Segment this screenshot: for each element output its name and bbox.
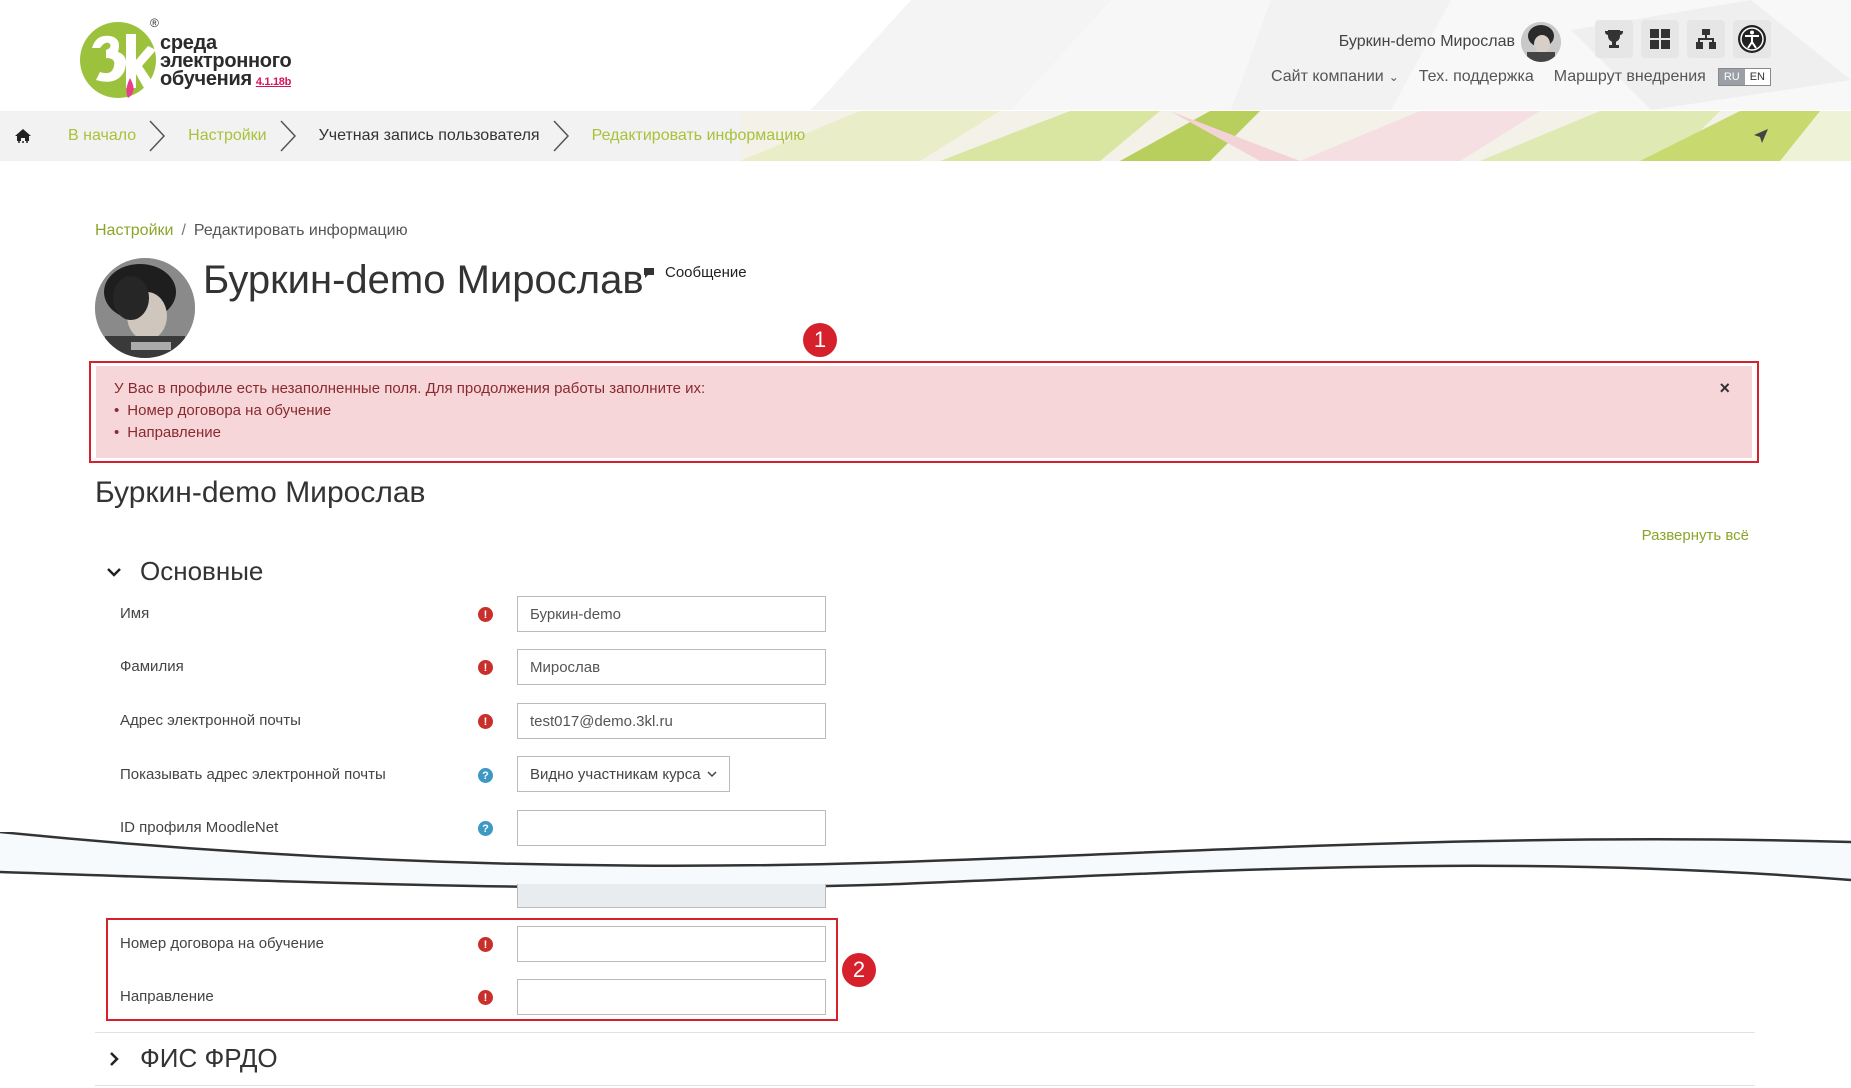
breadcrumb-bar: В начало Настройки Учетная запись пользо… bbox=[0, 111, 1851, 161]
profile-name: Буркин-demo Мирослав bbox=[203, 258, 644, 302]
close-icon[interactable]: × bbox=[1719, 378, 1730, 399]
direction-field[interactable] bbox=[517, 979, 826, 1015]
breadcrumb-item-settings[interactable]: Настройки bbox=[166, 111, 296, 161]
chevron-down-icon bbox=[707, 771, 717, 778]
required-icon: ! bbox=[478, 714, 493, 729]
language-switcher: RU EN bbox=[1717, 68, 1771, 86]
site-header: ® среда электронного обучения 4.1.18b Бур… bbox=[0, 0, 1851, 110]
chevron-right-icon bbox=[280, 120, 296, 152]
annotation-badge-2: 2 bbox=[842, 953, 876, 987]
breadcrumb-label[interactable]: Редактировать информацию bbox=[592, 127, 806, 145]
lang-ru[interactable]: RU bbox=[1718, 69, 1745, 85]
breadcrumb-decoration bbox=[740, 111, 1851, 161]
logo-line-3-wrap: обучения 4.1.18b bbox=[160, 68, 292, 91]
email-label: Адрес электронной почты bbox=[120, 712, 301, 729]
page-title: Буркин-demo Мирослав bbox=[95, 476, 426, 509]
user-avatar[interactable] bbox=[1521, 22, 1561, 62]
chevron-right-icon bbox=[110, 1051, 119, 1066]
alert-missing-field: Номер договора на обучение bbox=[114, 402, 1734, 419]
hierarchy-icon[interactable] bbox=[1687, 20, 1725, 58]
section-main-title[interactable]: Основные bbox=[140, 556, 263, 587]
profile-avatar bbox=[95, 258, 195, 358]
chevron-down-icon bbox=[107, 567, 121, 577]
logo-line-3: обучения bbox=[160, 68, 252, 90]
section-main-toggle[interactable]: Основные bbox=[104, 556, 263, 587]
profile-incomplete-alert: У Вас в профиле есть незаполненные поля.… bbox=[96, 366, 1752, 458]
avatar-photo-icon bbox=[1521, 22, 1561, 62]
section-divider bbox=[95, 1085, 1755, 1086]
chevron-right-icon bbox=[553, 120, 569, 152]
logo[interactable]: ® среда электронного обучения 4.1.18b bbox=[78, 16, 308, 102]
expand-all-link[interactable]: Развернуть всё bbox=[1642, 527, 1749, 544]
page-breadcrumb-separator: / bbox=[181, 222, 186, 239]
breadcrumb-item-home[interactable]: В начало bbox=[46, 111, 166, 161]
alert-text: У Вас в профиле есть незаполненные поля.… bbox=[114, 380, 706, 397]
required-icon: ! bbox=[478, 607, 493, 622]
logo-version: 4.1.18b bbox=[255, 76, 292, 88]
logo-3k-mark bbox=[80, 22, 156, 98]
alert-missing-fields: Номер договора на обучение Направление bbox=[114, 402, 1734, 441]
last-name-label: Фамилия bbox=[120, 658, 184, 675]
breadcrumb: В начало Настройки Учетная запись пользо… bbox=[46, 111, 805, 161]
help-icon[interactable]: ? bbox=[478, 768, 493, 783]
user-name[interactable]: Буркин-demo Мирослав bbox=[1339, 33, 1515, 51]
page-breadcrumb: Настройки / Редактировать информацию bbox=[95, 222, 408, 240]
required-icon: ! bbox=[478, 660, 493, 675]
lang-en[interactable]: EN bbox=[1744, 69, 1770, 85]
header-icon-buttons bbox=[1595, 20, 1771, 58]
contract-number-label: Номер договора на обучение bbox=[120, 935, 324, 952]
profile-photo-icon bbox=[95, 258, 195, 358]
email-visibility-label: Показывать адрес электронной почты bbox=[120, 766, 386, 783]
alert-missing-field: Направление bbox=[114, 424, 1734, 441]
trophy-icon[interactable] bbox=[1595, 20, 1633, 58]
direction-label: Направление bbox=[120, 988, 214, 1005]
screenshot-cut-separator bbox=[0, 832, 1851, 890]
message-button[interactable]: Сообщение bbox=[643, 264, 747, 281]
user-menu[interactable]: Буркин-demo Мирослав bbox=[1339, 22, 1561, 62]
breadcrumb-label[interactable]: В начало bbox=[68, 127, 136, 145]
required-icon: ! bbox=[478, 937, 493, 952]
breadcrumb-label[interactable]: Настройки bbox=[188, 127, 266, 145]
first-name-field[interactable]: Буркин-demo bbox=[517, 596, 826, 632]
page-breadcrumb-settings[interactable]: Настройки bbox=[95, 222, 173, 239]
home-icon[interactable] bbox=[0, 111, 46, 161]
send-icon[interactable] bbox=[1751, 126, 1771, 146]
section-fis-title[interactable]: ФИС ФРДО bbox=[140, 1043, 278, 1074]
hidden-field-fragment bbox=[517, 884, 826, 908]
chevron-down-icon: ⌄ bbox=[1388, 70, 1399, 84]
email-field[interactable]: test017@demo.3kl.ru bbox=[517, 703, 826, 739]
section-divider bbox=[95, 1032, 1755, 1033]
message-label[interactable]: Сообщение bbox=[665, 264, 747, 281]
top-navigation: Сайт компании ⌄ Тех. поддержка Маршрут вн… bbox=[1271, 68, 1771, 86]
logo-text: среда электронного обучения 4.1.18b bbox=[160, 33, 292, 91]
breadcrumb-item-edit[interactable]: Редактировать информацию bbox=[570, 111, 806, 161]
email-visibility-value[interactable]: Видно участникам курса bbox=[530, 766, 701, 783]
accessibility-icon[interactable] bbox=[1733, 20, 1771, 58]
annotation-badge-1: 1 bbox=[803, 323, 837, 357]
company-site-link[interactable]: Сайт компании ⌄ bbox=[1271, 68, 1399, 86]
dashboard-icon[interactable] bbox=[1641, 20, 1679, 58]
contract-number-field[interactable] bbox=[517, 926, 826, 962]
last-name-field[interactable]: Мирослав bbox=[517, 649, 826, 685]
section-fis-toggle[interactable]: ФИС ФРДО bbox=[104, 1043, 278, 1074]
chevron-right-icon bbox=[149, 120, 166, 152]
route-link[interactable]: Маршрут внедрения bbox=[1554, 68, 1706, 86]
email-visibility-select[interactable]: Видно участникам курса bbox=[517, 756, 730, 792]
support-link[interactable]: Тех. поддержка bbox=[1419, 68, 1534, 86]
breadcrumb-item-account: Учетная запись пользователя bbox=[297, 111, 570, 161]
logo-registered-mark: ® bbox=[150, 16, 159, 30]
page-breadcrumb-current: Редактировать информацию bbox=[193, 222, 408, 239]
breadcrumb-label: Учетная запись пользователя bbox=[318, 127, 540, 144]
message-icon bbox=[644, 267, 654, 278]
required-icon: ! bbox=[478, 990, 493, 1005]
company-site-label[interactable]: Сайт компании bbox=[1271, 68, 1384, 85]
first-name-label: Имя bbox=[120, 605, 150, 622]
